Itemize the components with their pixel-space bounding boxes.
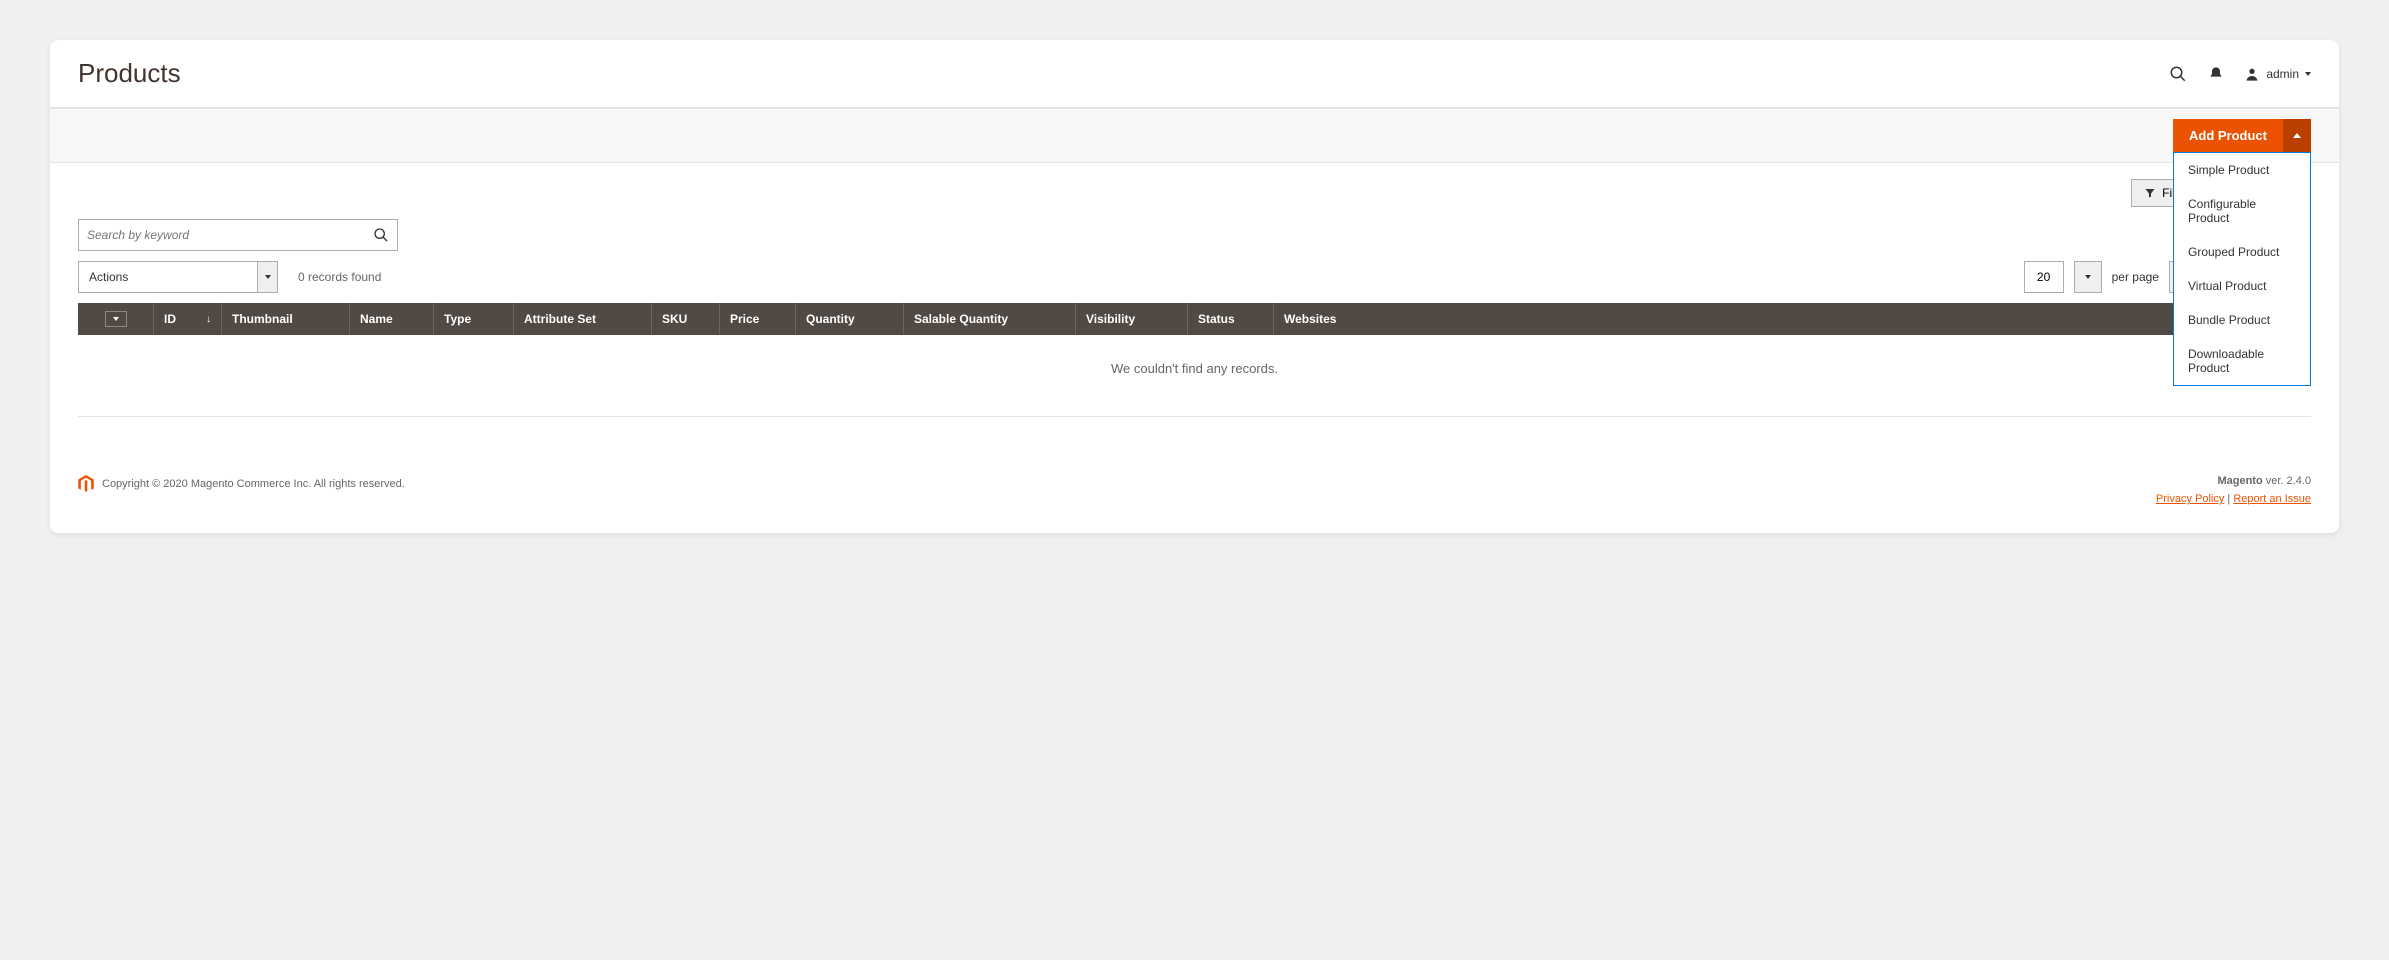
- grid-toolbar: Filters Default View: [50, 163, 2339, 207]
- mass-actions-select[interactable]: Actions: [78, 261, 278, 293]
- col-name[interactable]: Name: [350, 303, 434, 335]
- menu-downloadable-product[interactable]: Downloadable Product: [2174, 337, 2310, 385]
- caret-down-icon: [2085, 275, 2091, 279]
- col-id-label: ID: [164, 312, 176, 326]
- caret-down-icon: [113, 317, 119, 321]
- version-line: Magento ver. 2.4.0: [2156, 475, 2311, 487]
- mass-actions-label: Actions: [79, 270, 257, 284]
- menu-simple-product[interactable]: Simple Product: [2174, 153, 2310, 187]
- col-sku[interactable]: SKU: [652, 303, 720, 335]
- footer-left: Copyright © 2020 Magento Commerce Inc. A…: [78, 475, 405, 493]
- col-type[interactable]: Type: [434, 303, 514, 335]
- products-grid: ID ↓ Thumbnail Name Type Attribute Set S…: [50, 303, 2339, 417]
- col-price[interactable]: Price: [720, 303, 796, 335]
- search-box: [78, 219, 398, 251]
- search-input[interactable]: [87, 228, 373, 242]
- empty-message: We couldn't find any records.: [78, 335, 2311, 417]
- user-icon: [2244, 66, 2260, 82]
- sep: |: [2224, 493, 2233, 505]
- notifications-icon[interactable]: [2206, 64, 2226, 84]
- add-product-split-button: Add Product Simple Product Configurable …: [2173, 119, 2311, 152]
- col-checkbox[interactable]: [78, 303, 154, 335]
- header-actions: admin: [2168, 64, 2311, 84]
- mass-actions-toggle[interactable]: [257, 262, 277, 292]
- footer-right: Magento ver. 2.4.0 Privacy Policy | Repo…: [2156, 475, 2311, 505]
- grid-header-row: ID ↓ Thumbnail Name Type Attribute Set S…: [78, 303, 2311, 335]
- privacy-policy-link[interactable]: Privacy Policy: [2156, 493, 2224, 505]
- col-id[interactable]: ID ↓: [154, 303, 222, 335]
- report-issue-link[interactable]: Report an Issue: [2233, 493, 2311, 505]
- col-quantity[interactable]: Quantity: [796, 303, 904, 335]
- admin-panel: Products admin Add Product Simple Produc…: [50, 40, 2339, 533]
- col-visibility[interactable]: Visibility: [1076, 303, 1188, 335]
- records-found: 0 records found: [298, 270, 381, 284]
- user-name: admin: [2266, 67, 2299, 81]
- search-icon[interactable]: [373, 227, 389, 243]
- col-salable-quantity[interactable]: Salable Quantity: [904, 303, 1076, 335]
- grid-midbar: Actions 0 records found per page of 1: [50, 251, 2339, 303]
- copyright: Copyright © 2020 Magento Commerce Inc. A…: [102, 478, 405, 490]
- version: ver. 2.4.0: [2263, 475, 2311, 487]
- page-title: Products: [78, 58, 181, 89]
- search-icon[interactable]: [2168, 64, 2188, 84]
- action-bar: Add Product Simple Product Configurable …: [50, 108, 2339, 163]
- menu-bundle-product[interactable]: Bundle Product: [2174, 303, 2310, 337]
- select-all-checkbox[interactable]: [105, 311, 127, 327]
- menu-virtual-product[interactable]: Virtual Product: [2174, 269, 2310, 303]
- user-menu[interactable]: admin: [2244, 66, 2311, 82]
- search-row: [50, 207, 2339, 251]
- add-product-dropdown: Simple Product Configurable Product Grou…: [2173, 152, 2311, 386]
- magento-logo-icon: [78, 475, 94, 493]
- page-header: Products admin: [50, 40, 2339, 99]
- page-size-toggle[interactable]: [2074, 261, 2102, 293]
- funnel-icon: [2144, 187, 2156, 199]
- page-size-input[interactable]: [2024, 261, 2064, 293]
- triangle-up-icon: [2293, 133, 2301, 138]
- footer: Copyright © 2020 Magento Commerce Inc. A…: [50, 447, 2339, 533]
- menu-configurable-product[interactable]: Configurable Product: [2174, 187, 2310, 235]
- caret-down-icon: [265, 275, 271, 279]
- brand: Magento: [2217, 475, 2262, 487]
- add-product-button[interactable]: Add Product: [2173, 119, 2283, 152]
- footer-links: Privacy Policy | Report an Issue: [2156, 493, 2311, 505]
- col-thumbnail[interactable]: Thumbnail: [222, 303, 350, 335]
- add-product-toggle[interactable]: [2283, 119, 2311, 152]
- col-status[interactable]: Status: [1188, 303, 1274, 335]
- per-page-label: per page: [2112, 270, 2159, 284]
- sort-desc-icon: ↓: [206, 314, 211, 325]
- menu-grouped-product[interactable]: Grouped Product: [2174, 235, 2310, 269]
- midbar-left: Actions 0 records found: [78, 261, 381, 293]
- col-attribute-set[interactable]: Attribute Set: [514, 303, 652, 335]
- caret-down-icon: [2305, 72, 2311, 76]
- col-websites[interactable]: Websites: [1274, 303, 2311, 335]
